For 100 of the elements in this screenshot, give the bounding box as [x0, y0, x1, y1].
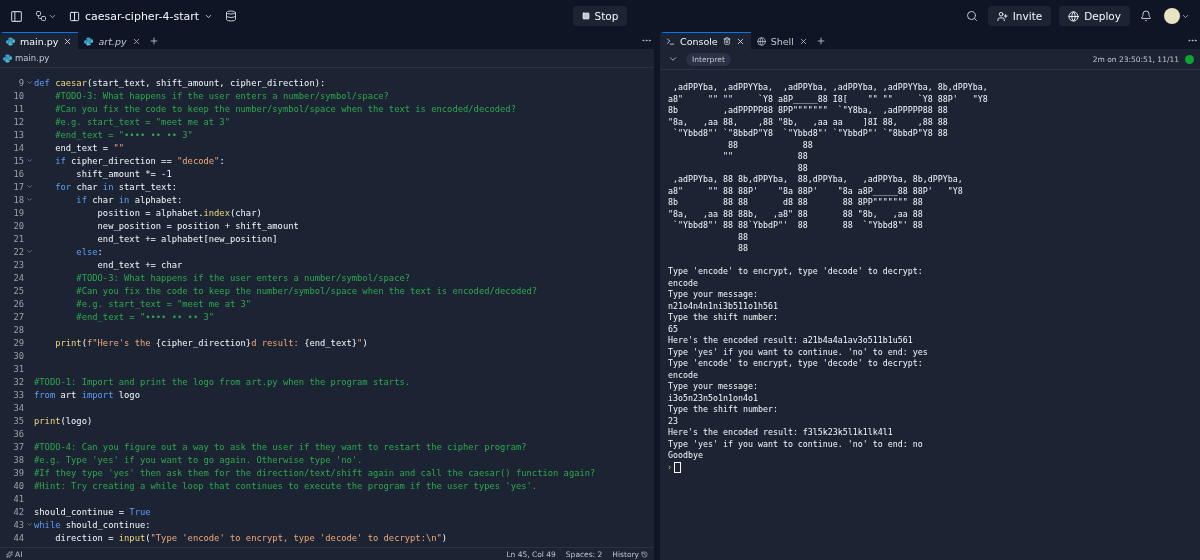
code-line: #Hint: Try creating a while loop that continues to execute the program if the user types 'yes'.: [34, 480, 538, 491]
line-number: 10: [12, 90, 24, 101]
line-number: 33: [12, 389, 24, 400]
code-line: end_text += alphabet[new_position]: [96, 233, 278, 244]
code-line: end_text += char: [96, 259, 183, 270]
project-icon: [69, 10, 80, 22]
line-number: 26: [12, 298, 24, 309]
status-dot: [1185, 54, 1194, 64]
line-number: 44: [12, 532, 24, 543]
stop-button[interactable]: Stop: [572, 6, 628, 26]
code-line: direction = input("Type 'encode' to encrypt, type 'decode' to decrypt:\n"): [54, 532, 448, 543]
line-number: 11: [12, 103, 24, 114]
fold-chevron-icon[interactable]: [25, 183, 33, 190]
line-number: 14: [12, 142, 24, 153]
line-number: 41: [12, 493, 24, 504]
line-number: 23: [12, 259, 24, 270]
line-number: 27: [12, 311, 24, 322]
globe-icon: [1068, 10, 1080, 22]
line-number: 39: [12, 467, 24, 478]
line-number: 32: [12, 376, 24, 387]
fold-chevron-icon[interactable]: [25, 521, 33, 528]
line-number: 37: [12, 441, 24, 452]
python-file-icon: [6, 36, 15, 46]
line-number: 40: [12, 480, 24, 491]
breadcrumb-file[interactable]: main.py: [15, 53, 50, 63]
close-icon[interactable]: [735, 36, 745, 46]
line-number: 20: [12, 220, 24, 231]
line-number: 9: [17, 77, 24, 88]
shell-icon: [756, 36, 766, 46]
line-number: 18: [12, 194, 24, 205]
code-line: #e.g. start_text = "meet me at 3": [75, 298, 252, 309]
editor-tab[interactable]: main.py: [0, 32, 79, 49]
code-line: should_continue = True: [34, 506, 151, 517]
code-line: new_position = position + shift_amount: [96, 220, 299, 231]
close-icon[interactable]: [131, 36, 141, 46]
code-line: if char in alphabet:: [75, 194, 183, 205]
line-number: 19: [12, 207, 24, 218]
code-line: #If they type 'yes' then ask them for the direction/text/shift again and call the caesar() function again?: [34, 467, 596, 478]
line-number: 36: [12, 428, 24, 439]
stop-icon: [581, 12, 590, 20]
fold-chevron-icon[interactable]: [25, 157, 33, 164]
line-number: 13: [12, 129, 24, 140]
line-number: 35: [12, 415, 24, 426]
line-number: 29: [12, 337, 24, 348]
notifications-icon[interactable]: [1138, 8, 1154, 24]
line-number: 15: [12, 155, 24, 166]
deploy-button[interactable]: Deploy: [1059, 6, 1130, 26]
code-line: if cipher_direction == "decode":: [54, 155, 225, 166]
code-line: #Can you fix the code to keep the number/symbol/space when the text is encoded/decoded?: [75, 285, 538, 296]
line-number: 12: [12, 116, 24, 127]
code-line: print(f"Here's the {cipher_direction}d result: {end_text}"): [54, 337, 368, 348]
code-line: from art import logo: [34, 389, 140, 400]
code-line: #TODO-4: Can you figure out a way to ask the user if they want to restart the cipher program?: [34, 441, 527, 452]
code-line: while should_continue:: [34, 519, 151, 530]
line-number: 21: [12, 233, 24, 244]
line-number: 25: [12, 285, 24, 296]
code-line: else:: [75, 246, 103, 257]
avatar: [1164, 8, 1180, 24]
close-icon[interactable]: [798, 36, 808, 46]
workflow-icon: [35, 10, 47, 22]
code-line: for char in start_text:: [54, 181, 177, 192]
line-number: 42: [12, 506, 24, 517]
close-icon[interactable]: [63, 36, 73, 46]
fold-chevron-icon[interactable]: [25, 196, 33, 203]
code-line: position = alphabet.index(char): [96, 207, 262, 218]
line-number: 24: [12, 272, 24, 283]
code-line: #TODO-1: Import and print the logo from art.py when the program starts.: [34, 376, 411, 387]
line-number: 34: [12, 402, 24, 413]
console-tab[interactable]: Console: [660, 32, 751, 49]
line-number: 28: [12, 324, 24, 335]
line-number: 16: [12, 168, 24, 179]
code-line: #Can you fix the code to keep the number/symbol/space when the text is encoded/decoded?: [54, 103, 516, 114]
line-number: 22: [12, 246, 24, 257]
text-cursor[interactable]: [674, 462, 682, 473]
invite-button[interactable]: Invite: [987, 6, 1052, 26]
fold-chevron-icon[interactable]: [25, 248, 33, 255]
terminal-icon: [666, 36, 675, 46]
console-output: ,adPPYba, ,adPPYYba, ,adPPYba, ,adPPYba, ,adPPYYba, 8b,dPPYba, a8" "" "" `Y8 a8P_____88 I8[ "" "" `Y8 88P' "Y8 8b ,adPPPPP88 8PP""""""" `"Y8ba, ,adPPPPP88 88 "8a, ,aa 88, ,88 "8b, ,aa aa ]8I 88, ,88 88 `"Ybbd8"' `"8bbdP"Y8 `"Ybbd8"' `"YbbdP"' `"8bbdP"Y8 88 88 88 "" 88 88 ,adPPYba, 88 8b,dPPYba, 88,dPPYba, ,adPPYba, 8b,dPPYba, a8" "" 88 88P' "8a 88P' "8a a8P_____88 88P' "Y8 8b 88 88 d8 88 88 8PP""""""" 88 "8a, ,aa 88 88b, ,a8" 88 88 "8b, ,aa 88 `"Ybbd8"' 88 88`YbbdP"' 88 88 `"Ybbd8"' 88 88 88 Type 'encode' to encrypt, type 'decode' to decrypt: encode Type your message: n21o4n4n1ni3b511o1h561 Type the shift number: 65 Here's the encoded result: a21b4a4a1av3o511b1u561 Type 'yes' if you want to continue. 'no' to end: yes Type 'encode' to encrypt, type 'decode' to decrypt: encode Type your message: i3o5n23n5o1n1on4o1 Type the shift number: 23 Here's the encoded result: f3l5k23k5l1k1lk4l1 Type 'yes' if you want to continue. 'no' to end: no Goodbye: [667, 81, 989, 462]
line-number: 38: [12, 454, 24, 465]
code-line: print(logo): [34, 415, 93, 426]
project-name-button[interactable]: caesar-cipher-4-start: [67, 7, 216, 25]
code-line: shift_amount *= -1: [75, 168, 172, 179]
line-number: 31: [12, 363, 24, 374]
python-file-icon: [84, 36, 94, 46]
line-number: 17: [12, 181, 24, 192]
user-plus-icon: [996, 10, 1008, 22]
line-number: 30: [12, 350, 24, 361]
fold-chevron-icon[interactable]: [25, 79, 33, 86]
sparkle-icon: [6, 550, 13, 558]
prompt-caret: ›: [668, 463, 672, 472]
code-line: #TODO-3: What happens if the user enters a number/symbol/space?: [75, 272, 411, 283]
code-line: end_text = "": [54, 142, 125, 153]
line-number: 43: [12, 519, 24, 530]
code-line: #e.g. start_text = "meet me at 3": [54, 116, 230, 127]
code-line: def caesar(start_text, shift_amount, cipher_direction):: [34, 77, 326, 88]
clear-icon[interactable]: [722, 37, 731, 45]
code-line: #end_text = "•••• •• •• 3": [54, 129, 193, 140]
history-icon: [641, 550, 648, 558]
python-file-icon: [3, 53, 12, 63]
code-line: #end_text = "•••• •• •• 3": [75, 311, 215, 322]
